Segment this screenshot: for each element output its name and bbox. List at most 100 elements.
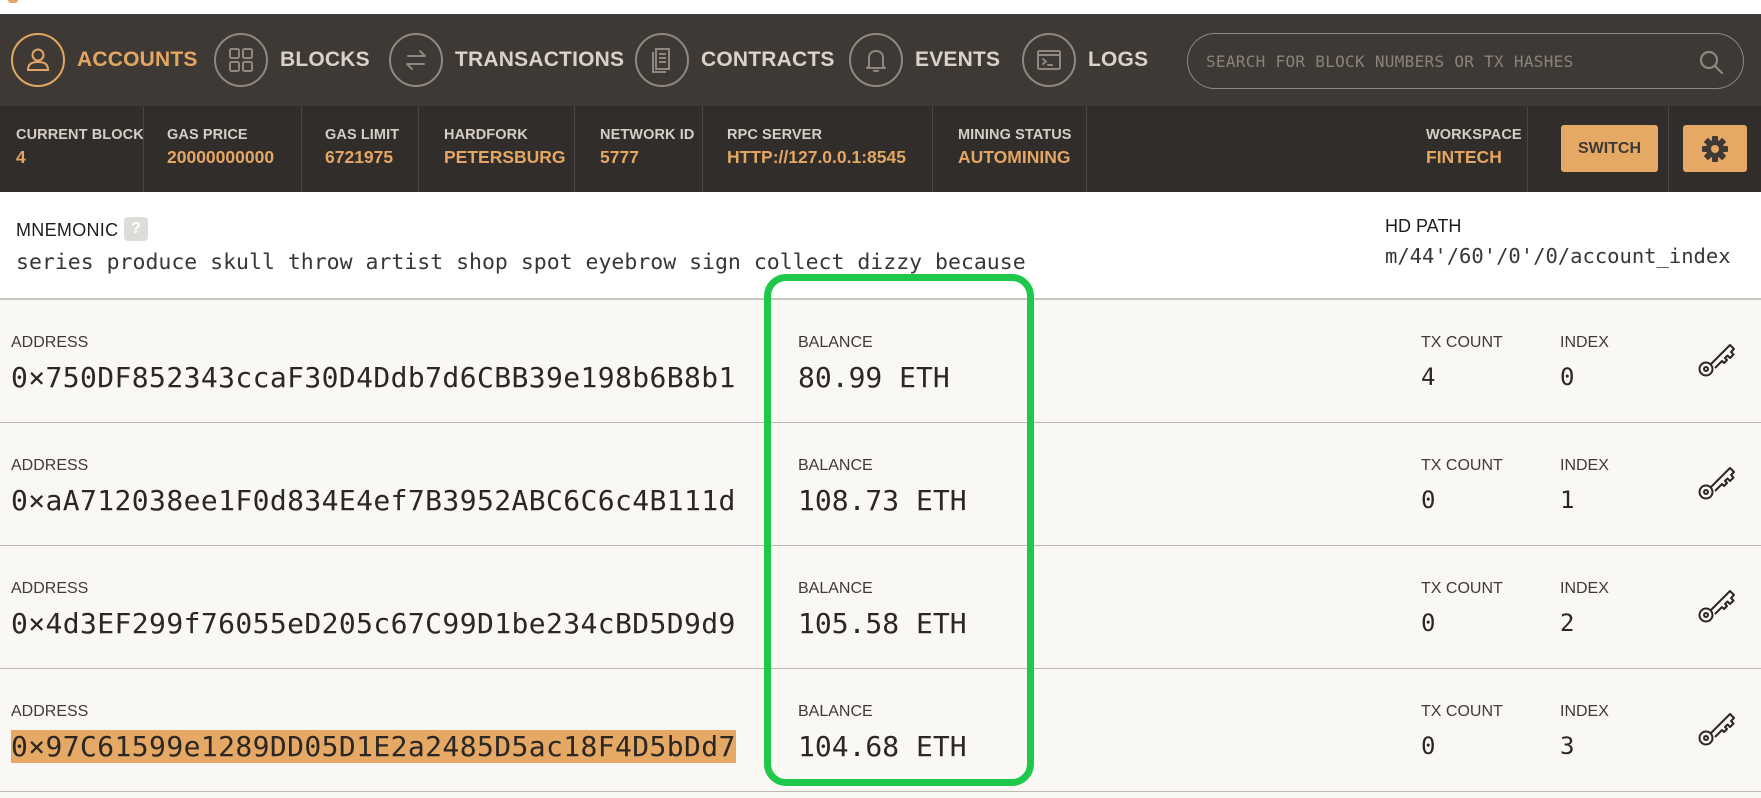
key-icon[interactable] xyxy=(1695,461,1739,505)
grid-icon xyxy=(214,33,268,87)
arrows-swap-icon xyxy=(389,33,443,87)
balance-value: 108.73 ETH xyxy=(798,484,967,517)
balance-value: 104.68 ETH xyxy=(798,730,967,763)
stat-current-block-value: 4 xyxy=(16,147,26,167)
window-top-strip xyxy=(0,0,1761,14)
nav-accounts[interactable]: ACCOUNTS xyxy=(11,32,198,88)
address-value: 0×4d3EF299f76055eD205c67C99D1be234cBD5D9… xyxy=(11,607,736,640)
balance-value: 105.58 ETH xyxy=(798,607,967,640)
divider xyxy=(301,106,302,192)
stat-workspace-label: WORKSPACE xyxy=(1426,127,1522,143)
tx-count-label: TX COUNT xyxy=(1421,457,1503,474)
nav-logs-label: LOGS xyxy=(1088,48,1149,71)
person-icon xyxy=(11,33,65,87)
account-row: ADDRESS 0×aA712038ee1F0d834E4ef7B3952ABC… xyxy=(0,423,1761,546)
stat-workspace-value: FINTECH xyxy=(1426,147,1502,167)
search-box xyxy=(1187,33,1744,89)
terminal-icon xyxy=(1022,33,1076,87)
document-icon xyxy=(635,33,689,87)
divider xyxy=(418,106,419,192)
stat-hardfork-label: HARDFORK xyxy=(444,127,528,143)
address-label: ADDRESS xyxy=(11,580,89,597)
address-label: ADDRESS xyxy=(11,457,89,474)
index-value: 3 xyxy=(1560,732,1575,760)
nav-transactions-label: TRANSACTIONS xyxy=(455,48,625,71)
app-logo-mark xyxy=(8,0,18,3)
mnemonic-words: series produce skull throw artist shop s… xyxy=(16,250,1026,275)
nav-blocks[interactable]: BLOCKS xyxy=(214,32,370,88)
mnemonic-panel: MNEMONIC ? series produce skull throw ar… xyxy=(0,192,1761,300)
nav-contracts-label: CONTRACTS xyxy=(701,48,835,71)
address-value: 0×750DF852343ccaF30D4Ddb7d6CBB39e198b6B8… xyxy=(11,361,736,394)
tx-count-value: 0 xyxy=(1421,732,1436,760)
index-label: INDEX xyxy=(1560,457,1609,474)
account-row: ADDRESS 0×4d3EF299f76055eD205c67C99D1be2… xyxy=(0,546,1761,669)
index-label: INDEX xyxy=(1560,703,1609,720)
nav-contracts[interactable]: CONTRACTS xyxy=(635,32,835,88)
account-row: ADDRESS 0×750DF852343ccaF30D4Ddb7d6CBB39… xyxy=(0,300,1761,423)
index-label: INDEX xyxy=(1560,334,1609,351)
balance-value: 80.99 ETH xyxy=(798,361,950,394)
switch-workspace-button[interactable]: SWITCH xyxy=(1561,125,1658,172)
balance-label: BALANCE xyxy=(798,457,873,474)
divider xyxy=(702,106,703,192)
stat-network-id-label: NETWORK ID xyxy=(600,127,695,143)
balance-label: BALANCE xyxy=(798,703,873,720)
index-value: 1 xyxy=(1560,486,1575,514)
tx-count-label: TX COUNT xyxy=(1421,580,1503,597)
nav-events-label: EVENTS xyxy=(915,48,1001,71)
settings-button[interactable] xyxy=(1683,125,1747,172)
key-icon[interactable] xyxy=(1695,338,1739,382)
stat-gas-limit: GAS LIMIT 6721975 xyxy=(325,106,399,192)
stat-gas-limit-value: 6721975 xyxy=(325,147,394,167)
search-icon[interactable] xyxy=(1697,48,1725,76)
stat-rpc-server-value: HTTP://127.0.0.1:8545 xyxy=(727,147,906,167)
divider xyxy=(1668,106,1669,192)
stat-hardfork-value: PETERSBURG xyxy=(444,147,566,167)
search-input[interactable] xyxy=(1206,44,1676,78)
tx-count-value: 0 xyxy=(1421,609,1436,637)
address-label: ADDRESS xyxy=(11,334,89,351)
nav-blocks-label: BLOCKS xyxy=(280,48,370,71)
stat-gas-price: GAS PRICE 20000000000 xyxy=(167,106,274,192)
hd-path-value: m/44'/60'/0'/0/account_index xyxy=(1385,244,1731,268)
address-value-selected: 0×97C61599e1289DD05D1E2a2485D5ac18F4D5bD… xyxy=(11,730,736,763)
divider xyxy=(1086,106,1087,192)
nav-logs[interactable]: LOGS xyxy=(1022,32,1148,88)
stat-network-id-value: 5777 xyxy=(600,147,639,167)
stat-mining-status-value: AUTOMINING xyxy=(958,147,1071,167)
nav-transactions[interactable]: TRANSACTIONS xyxy=(389,32,624,88)
main-nav: ACCOUNTS BLOCKS TRANSACTIONS CONTRACTS E… xyxy=(0,14,1761,106)
stat-current-block-label: CURRENT BLOCK xyxy=(16,127,144,143)
mnemonic-label: MNEMONIC xyxy=(16,220,119,240)
index-value: 2 xyxy=(1560,609,1575,637)
stat-gas-price-label: GAS PRICE xyxy=(167,127,248,143)
account-row: ADDRESS 0×97C61599e1289DD05D1E2a2485D5ac… xyxy=(0,669,1761,792)
key-icon[interactable] xyxy=(1695,584,1739,628)
tx-count-value: 0 xyxy=(1421,486,1436,514)
tx-count-value: 4 xyxy=(1421,363,1436,391)
status-bar: CURRENT BLOCK 4 GAS PRICE 20000000000 GA… xyxy=(0,106,1761,192)
address-value: 0×aA712038ee1F0d834E4ef7B3952ABC6C6c4B11… xyxy=(11,484,736,517)
bell-icon xyxy=(849,33,903,87)
nav-events[interactable]: EVENTS xyxy=(849,32,1000,88)
stat-mining-status-label: MINING STATUS xyxy=(958,127,1072,143)
tx-count-label: TX COUNT xyxy=(1421,703,1503,720)
help-icon[interactable]: ? xyxy=(124,217,148,241)
balance-label: BALANCE xyxy=(798,334,873,351)
divider xyxy=(143,106,144,192)
stat-rpc-server: RPC SERVER HTTP://127.0.0.1:8545 xyxy=(727,106,906,192)
key-icon[interactable] xyxy=(1695,707,1739,751)
stat-gas-limit-label: GAS LIMIT xyxy=(325,127,400,143)
stat-hardfork: HARDFORK PETERSBURG xyxy=(444,106,566,192)
stat-network-id: NETWORK ID 5777 xyxy=(600,106,694,192)
stat-mining-status: MINING STATUS AUTOMINING xyxy=(958,106,1072,192)
divider xyxy=(1527,106,1528,192)
stat-rpc-server-label: RPC SERVER xyxy=(727,127,823,143)
stat-workspace: WORKSPACE FINTECH xyxy=(1426,106,1522,192)
stat-current-block: CURRENT BLOCK 4 xyxy=(16,106,144,192)
stat-gas-price-value: 20000000000 xyxy=(167,147,275,167)
gear-icon xyxy=(1702,135,1728,162)
index-label: INDEX xyxy=(1560,580,1609,597)
divider xyxy=(574,106,575,192)
